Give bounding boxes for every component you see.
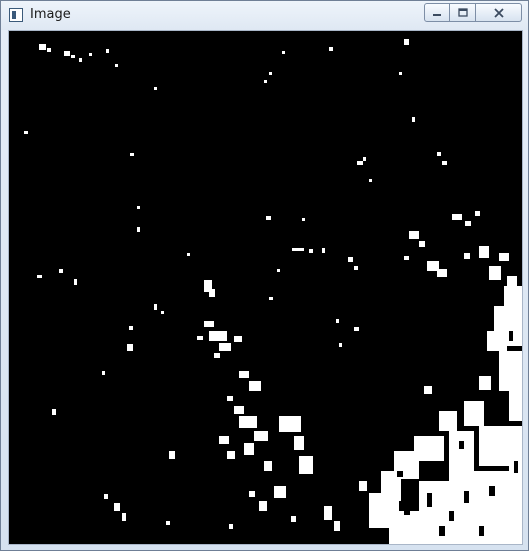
- image-window: Image: [0, 0, 529, 551]
- maximize-button[interactable]: [450, 3, 476, 22]
- minimize-button[interactable]: [424, 3, 450, 22]
- window-title: Image: [30, 7, 71, 22]
- title-bar[interactable]: Image: [1, 1, 528, 30]
- binary-image: [9, 31, 522, 544]
- close-icon: [493, 7, 504, 18]
- app-window-icon[interactable]: [9, 8, 23, 22]
- image-canvas[interactable]: [8, 30, 523, 545]
- maximize-icon: [457, 8, 468, 17]
- window-controls: [424, 3, 522, 22]
- minimize-icon: [433, 13, 441, 16]
- close-button[interactable]: [476, 3, 522, 22]
